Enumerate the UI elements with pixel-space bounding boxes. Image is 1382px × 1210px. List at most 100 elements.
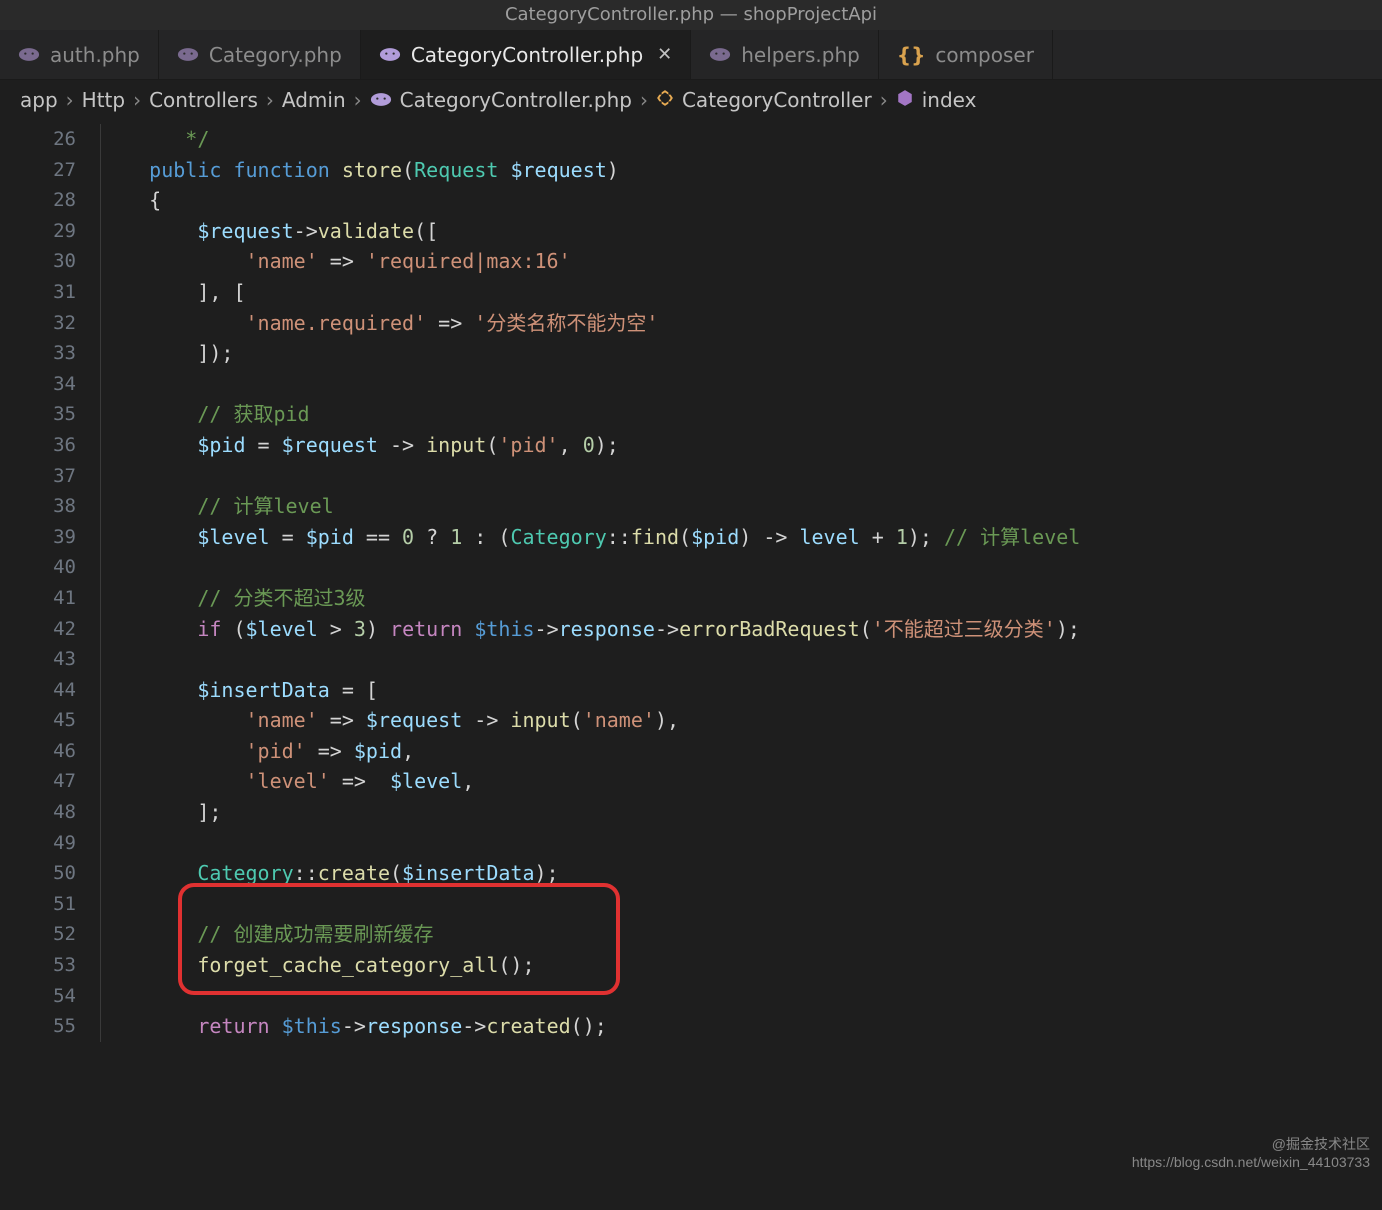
line-number: 43 xyxy=(0,644,76,675)
code-line[interactable]: 'name' => $request -> input('name'), xyxy=(100,705,1382,736)
window-title: CategoryController.php — shopProjectApi xyxy=(0,0,1382,30)
line-number: 49 xyxy=(0,828,76,859)
tab-label: auth.php xyxy=(50,43,140,67)
braces-icon: {} xyxy=(897,43,925,67)
line-number: 52 xyxy=(0,919,76,950)
watermark-line1: @掘金技术社区 xyxy=(1132,1134,1370,1154)
line-number: 53 xyxy=(0,950,76,981)
code-line[interactable] xyxy=(100,461,1382,492)
line-number: 51 xyxy=(0,889,76,920)
line-number: 39 xyxy=(0,522,76,553)
line-number: 27 xyxy=(0,155,76,186)
chevron-right-icon: › xyxy=(640,88,648,112)
code-line[interactable]: 'name' => 'required|max:16' xyxy=(100,246,1382,277)
chevron-right-icon: › xyxy=(133,88,141,112)
code-line[interactable]: */ xyxy=(100,124,1382,155)
code-line[interactable]: forget_cache_category_all(); xyxy=(100,950,1382,981)
code-line[interactable]: public function store(Request $request) xyxy=(100,155,1382,186)
tab-auth-php[interactable]: auth.php xyxy=(0,30,159,79)
code-line[interactable]: 'pid' => $pid, xyxy=(100,736,1382,767)
line-number: 48 xyxy=(0,797,76,828)
tab-label: Category.php xyxy=(209,43,342,67)
code-line[interactable] xyxy=(100,981,1382,1012)
code-line[interactable] xyxy=(100,552,1382,583)
line-number: 55 xyxy=(0,1011,76,1042)
php-icon xyxy=(177,43,199,67)
code-line[interactable]: return $this->response->created(); xyxy=(100,1011,1382,1042)
editor-area: 2627282930313233343536373839404142434445… xyxy=(0,120,1382,1210)
code-line[interactable]: if ($level > 3) return $this->response->… xyxy=(100,614,1382,645)
php-icon xyxy=(370,88,392,112)
line-number: 37 xyxy=(0,461,76,492)
code-line[interactable]: // 创建成功需要刷新缓存 xyxy=(100,919,1382,950)
code-line[interactable]: // 分类不超过3级 xyxy=(100,583,1382,614)
php-icon xyxy=(18,43,40,67)
code-line[interactable] xyxy=(100,644,1382,675)
close-icon[interactable]: ✕ xyxy=(657,44,672,65)
line-number: 46 xyxy=(0,736,76,767)
tab-helpers-php[interactable]: helpers.php xyxy=(691,30,879,79)
php-icon xyxy=(379,43,401,67)
code-line[interactable]: $insertData = [ xyxy=(100,675,1382,706)
breadcrumb-segment[interactable]: CategoryController.php xyxy=(400,88,632,112)
line-number: 38 xyxy=(0,491,76,522)
tab-CategoryController-php[interactable]: CategoryController.php ✕ xyxy=(361,30,691,79)
tab-label: CategoryController.php xyxy=(411,43,643,67)
line-number: 31 xyxy=(0,277,76,308)
chevron-right-icon: › xyxy=(66,88,74,112)
line-number: 33 xyxy=(0,338,76,369)
code-line[interactable]: $level = $pid == 0 ? 1 : (Category::find… xyxy=(100,522,1382,553)
line-number: 42 xyxy=(0,614,76,645)
line-number: 36 xyxy=(0,430,76,461)
line-number: 35 xyxy=(0,399,76,430)
editor-tabs: auth.php Category.php CategoryController.p… xyxy=(0,30,1382,80)
watermark-line2: https://blog.csdn.net/weixin_44103733 xyxy=(1132,1154,1370,1170)
line-number: 29 xyxy=(0,216,76,247)
breadcrumb-segment[interactable]: Admin xyxy=(282,88,346,112)
code-line[interactable]: { xyxy=(100,185,1382,216)
line-number: 54 xyxy=(0,981,76,1012)
method-icon xyxy=(896,88,914,112)
tab-composer[interactable]: {} composer xyxy=(879,30,1053,79)
line-number: 50 xyxy=(0,858,76,889)
code-line[interactable]: ], [ xyxy=(100,277,1382,308)
code-line[interactable] xyxy=(100,369,1382,400)
code-line[interactable] xyxy=(100,889,1382,920)
line-number: 40 xyxy=(0,552,76,583)
php-icon xyxy=(709,43,731,67)
line-number: 47 xyxy=(0,766,76,797)
tab-Category-php[interactable]: Category.php xyxy=(159,30,361,79)
chevron-right-icon: › xyxy=(880,88,888,112)
code-line[interactable]: // 计算level xyxy=(100,491,1382,522)
line-number: 44 xyxy=(0,675,76,706)
code-line[interactable]: Category::create($insertData); xyxy=(100,858,1382,889)
line-number: 45 xyxy=(0,705,76,736)
chevron-right-icon: › xyxy=(266,88,274,112)
code-line[interactable]: // 获取pid xyxy=(100,399,1382,430)
line-number: 32 xyxy=(0,308,76,339)
breadcrumb-segment[interactable]: app xyxy=(20,88,58,112)
tab-label: composer xyxy=(935,43,1034,67)
code-line[interactable]: 'level' => $level, xyxy=(100,766,1382,797)
breadcrumb-segment[interactable]: Http xyxy=(82,88,125,112)
code-line[interactable]: ]); xyxy=(100,338,1382,369)
breadcrumb-segment[interactable]: CategoryController xyxy=(682,88,872,112)
chevron-right-icon: › xyxy=(354,88,362,112)
line-number: 34 xyxy=(0,369,76,400)
line-number: 30 xyxy=(0,246,76,277)
watermark: @掘金技术社区 https://blog.csdn.net/weixin_441… xyxy=(1132,1134,1370,1170)
line-number: 26 xyxy=(0,124,76,155)
code-line[interactable]: ]; xyxy=(100,797,1382,828)
line-number-gutter: 2627282930313233343536373839404142434445… xyxy=(0,120,100,1210)
breadcrumb-segment[interactable]: Controllers xyxy=(149,88,258,112)
line-number: 28 xyxy=(0,185,76,216)
code-line[interactable]: $request->validate([ xyxy=(100,216,1382,247)
breadcrumb-segment[interactable]: index xyxy=(922,88,977,112)
code-line[interactable]: $pid = $request -> input('pid', 0); xyxy=(100,430,1382,461)
breadcrumb[interactable]: app › Http › Controllers › Admin › CategoryContr… xyxy=(0,80,1382,120)
class-icon xyxy=(656,88,674,112)
code-line[interactable] xyxy=(100,828,1382,859)
code-content[interactable]: */ public function store(Request $reques… xyxy=(100,120,1382,1210)
line-number: 41 xyxy=(0,583,76,614)
code-line[interactable]: 'name.required' => '分类名称不能为空' xyxy=(100,308,1382,339)
